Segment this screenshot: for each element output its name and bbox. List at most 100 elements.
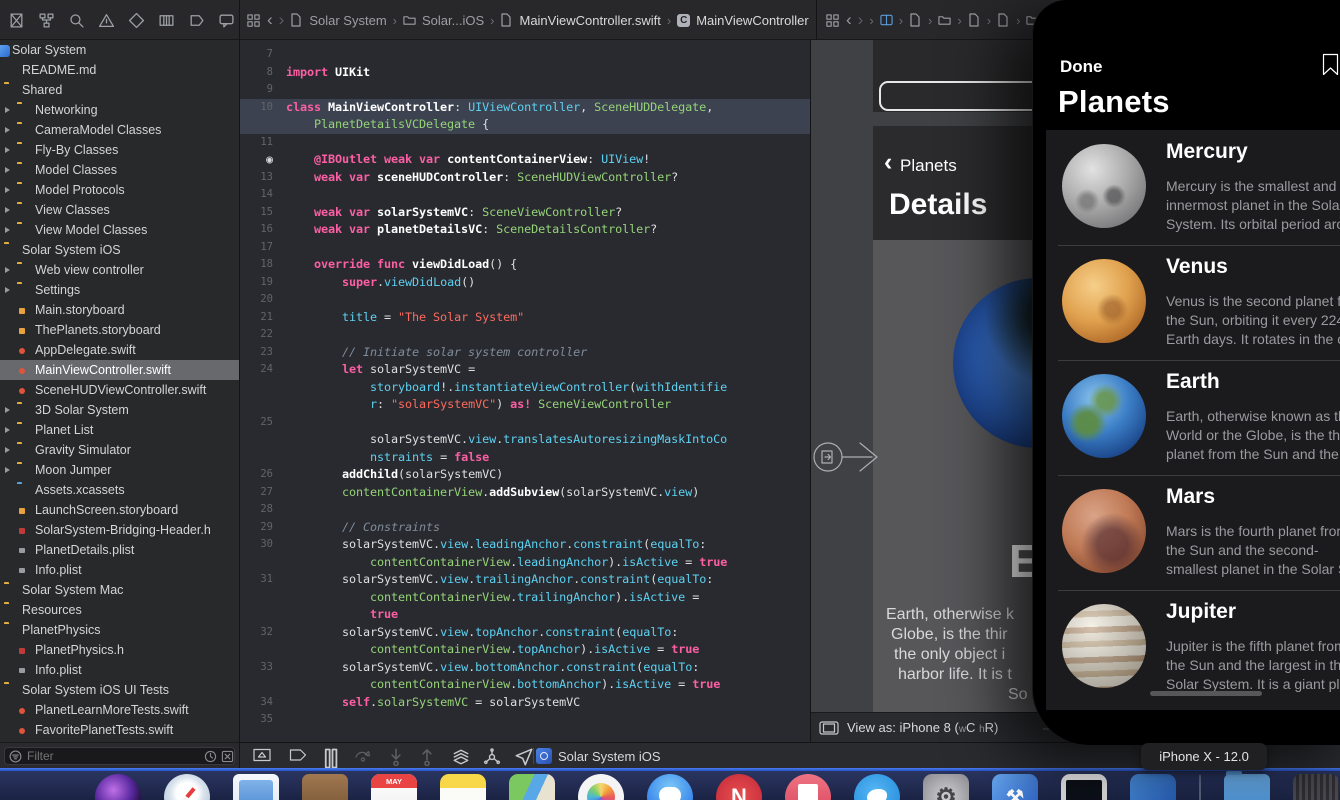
step-over-icon[interactable]	[354, 748, 372, 764]
sidebar-file-row[interactable]: SceneHUDViewController.swift	[0, 380, 239, 400]
sidebar-file-row[interactable]: Info.plist	[0, 560, 239, 580]
app-icon-notes[interactable]	[440, 774, 486, 800]
sidebar-file-row[interactable]: Solar System Mac	[0, 580, 239, 600]
back-button-label[interactable]: Planets	[900, 156, 957, 176]
sidebar-file-row[interactable]: Networking	[0, 100, 239, 120]
source-control-icon[interactable]	[38, 12, 55, 29]
sidebar-file-row[interactable]: Solar System iOS	[0, 240, 239, 260]
sidebar-file-row[interactable]: Moon Jumper	[0, 460, 239, 480]
source-editor[interactable]: 78import UIKit910class MainViewControlle…	[240, 40, 810, 742]
sidebar-file-row[interactable]: View Classes	[0, 200, 239, 220]
app-icon-contacts[interactable]	[302, 774, 348, 800]
disclosure-triangle-icon[interactable]	[5, 147, 10, 153]
disclosure-triangle-icon[interactable]	[5, 227, 10, 233]
app-icon-simulator[interactable]	[1061, 774, 1107, 800]
sidebar-file-row[interactable]: AppDelegate.swift	[0, 340, 239, 360]
doc-icon[interactable]	[997, 13, 1010, 27]
dock-downloads-folder[interactable]	[1224, 774, 1270, 800]
recent-files-clock-icon[interactable]	[204, 750, 217, 763]
segue-arrow-icon[interactable]	[811, 428, 885, 486]
breakpoints-active-icon[interactable]	[289, 748, 307, 764]
pause-icon[interactable]	[322, 748, 340, 764]
app-icon-photos[interactable]	[578, 774, 624, 800]
home-indicator[interactable]	[1150, 691, 1262, 696]
step-into-icon[interactable]	[387, 748, 405, 764]
device-icon[interactable]	[819, 721, 839, 735]
sidebar-file-row[interactable]: README.md	[0, 60, 239, 80]
filter-field[interactable]: Filter	[4, 747, 235, 765]
storyboard-icon[interactable]	[909, 13, 922, 27]
sidebar-file-row[interactable]: Web view controller	[0, 260, 239, 280]
app-icon-siri[interactable]	[95, 774, 141, 800]
simulate-location-icon[interactable]	[515, 748, 533, 764]
breadcrumb-item[interactable]: MainViewController	[696, 13, 808, 28]
sidebar-file-row[interactable]: 3D Solar System	[0, 400, 239, 420]
app-icon-xcode[interactable]: ⚒	[992, 774, 1038, 800]
sidebar-file-row[interactable]: View Model Classes	[0, 220, 239, 240]
app-icon-safari[interactable]	[164, 774, 210, 800]
split-icon[interactable]	[880, 13, 893, 27]
flatten-hierarchy-icon[interactable]	[221, 750, 234, 763]
disclosure-triangle-icon[interactable]	[5, 127, 10, 133]
sidebar-file-row[interactable]: Resources	[0, 600, 239, 620]
forward-button[interactable]: ›	[279, 13, 285, 27]
sidebar-file-row[interactable]: Assets.xcassets	[0, 480, 239, 500]
app-icon-calendar[interactable]: MAY	[371, 774, 417, 800]
folder-icon[interactable]	[938, 13, 951, 27]
breadcrumb-item[interactable]: Solar...iOS	[422, 13, 484, 28]
app-icon-system-preferences[interactable]: ⚙	[923, 774, 969, 800]
sidebar-file-row[interactable]: Info.plist	[0, 660, 239, 680]
back-button[interactable]: ‹	[267, 13, 273, 27]
app-icon-messages[interactable]	[647, 774, 693, 800]
tests-icon[interactable]	[128, 12, 145, 29]
sidebar-file-row[interactable]: ThePlanets.storyboard	[0, 320, 239, 340]
sidebar-file-row[interactable]: Main.storyboard	[0, 300, 239, 320]
sidebar-file-row[interactable]: PlanetPhysics	[0, 620, 239, 640]
back-button[interactable]: ‹	[846, 13, 852, 27]
related-items-icon[interactable]	[825, 13, 840, 28]
sidebar-file-row[interactable]: FavoritePlanetTests.swift	[0, 720, 239, 740]
disclosure-triangle-icon[interactable]	[5, 187, 10, 193]
related-items-icon[interactable]	[246, 13, 261, 28]
disclosure-triangle-icon[interactable]	[5, 267, 10, 273]
dock-trash[interactable]	[1293, 774, 1339, 800]
disclosure-triangle-icon[interactable]	[5, 407, 10, 413]
files-icon[interactable]	[8, 12, 25, 29]
reports-icon[interactable]	[218, 12, 235, 29]
disclosure-triangle-icon[interactable]	[5, 207, 10, 213]
disclosure-triangle-icon[interactable]	[5, 447, 10, 453]
debug-icon[interactable]	[158, 12, 175, 29]
disclosure-triangle-icon[interactable]	[5, 167, 10, 173]
app-icon-books[interactable]	[785, 774, 831, 800]
breadcrumb-item[interactable]: MainViewController.swift	[519, 13, 660, 28]
sidebar-file-row[interactable]: PlanetLearnMoreTests.swift	[0, 700, 239, 720]
bookmark-icon[interactable]	[1322, 53, 1339, 76]
app-icon-mail[interactable]	[233, 774, 279, 800]
doc-icon[interactable]	[968, 13, 981, 27]
app-icon-blue-bird[interactable]	[854, 774, 900, 800]
disclosure-triangle-icon[interactable]	[5, 427, 10, 433]
sidebar-file-row[interactable]: Shared	[0, 80, 239, 100]
sidebar-file-row[interactable]: Solar System	[0, 40, 239, 60]
sidebar-file-row[interactable]: Model Classes	[0, 160, 239, 180]
sidebar-file-row[interactable]: PlanetDetails.plist	[0, 540, 239, 560]
app-icon-news[interactable]: N	[716, 774, 762, 800]
view-as-label[interactable]: View as: iPhone 8 (wC hR)	[847, 720, 998, 735]
search-icon[interactable]	[68, 12, 85, 29]
step-out-icon[interactable]	[418, 748, 436, 764]
sidebar-file-row[interactable]: Fly-By Classes	[0, 140, 239, 160]
planet-list-item[interactable]: JupiterJupiter is the fifth planet from …	[1046, 590, 1340, 705]
sidebar-file-row[interactable]: Settings	[0, 280, 239, 300]
sidebar-file-row[interactable]: LaunchScreen.storyboard	[0, 500, 239, 520]
back-chevron-icon[interactable]: ‹	[884, 150, 892, 175]
disclosure-triangle-icon[interactable]	[5, 107, 10, 113]
sidebar-file-row[interactable]: Gravity Simulator	[0, 440, 239, 460]
memory-graph-icon[interactable]	[483, 748, 501, 764]
sidebar-file-row[interactable]: Solar System iOS UI Tests	[0, 680, 239, 700]
planet-list-item[interactable]: MercuryMercury is the smallest and inner…	[1046, 130, 1340, 245]
view-hierarchy-icon[interactable]	[452, 748, 470, 764]
planet-list-item[interactable]: MarsMars is the fourth planet from the S…	[1046, 475, 1340, 590]
sidebar-file-row[interactable]: PlanetPhysics.h	[0, 640, 239, 660]
breadcrumb-item[interactable]: Solar System	[309, 13, 386, 28]
sidebar-file-row[interactable]: SolarSystem-Bridging-Header.h	[0, 520, 239, 540]
